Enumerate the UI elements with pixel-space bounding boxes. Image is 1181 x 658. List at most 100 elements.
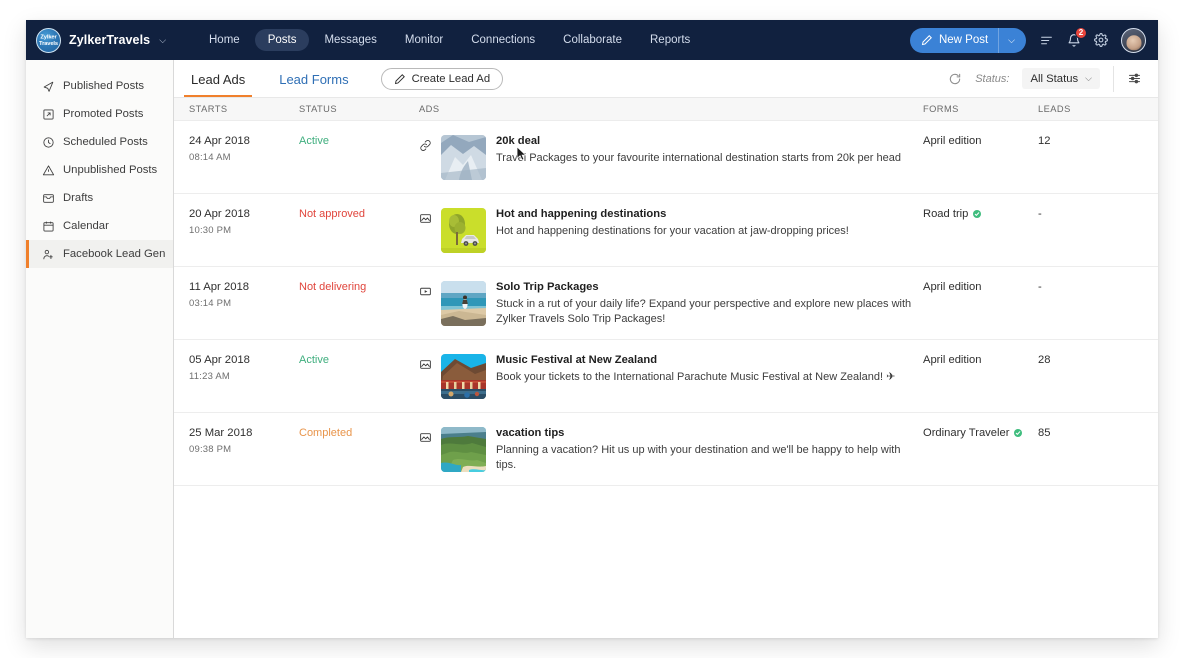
nav-item-collaborate[interactable]: Collaborate bbox=[550, 29, 635, 51]
row-start-time: 11:23 AM bbox=[189, 371, 231, 382]
form-label: April edition bbox=[923, 281, 982, 293]
tab-lead-ads[interactable]: Lead Ads bbox=[183, 62, 253, 97]
main-content: Lead Ads Lead Forms Create Lead Ad Statu… bbox=[174, 60, 1158, 638]
ad-thumbnail-snowy-mountain[interactable] bbox=[441, 135, 486, 180]
image-icon bbox=[419, 208, 441, 230]
row-start-time: 03:14 PM bbox=[189, 298, 232, 309]
link-icon bbox=[419, 135, 441, 157]
warning-icon bbox=[42, 164, 55, 177]
row-start-date: 20 Apr 2018 bbox=[189, 208, 250, 220]
new-post-button[interactable]: New Post ⌵ bbox=[909, 27, 1026, 53]
row-start-time: 09:38 PM bbox=[189, 444, 232, 455]
nav-item-home[interactable]: Home bbox=[196, 29, 253, 51]
rocket-icon bbox=[42, 80, 55, 93]
nav-item-reports[interactable]: Reports bbox=[637, 29, 703, 51]
status-filter-dropdown[interactable]: All Status ⌵ bbox=[1022, 68, 1100, 89]
table-row[interactable]: 24 Apr 2018 08:14 AM Active 20k deal Tra… bbox=[174, 121, 1158, 194]
filter-sliders-icon[interactable] bbox=[1127, 71, 1142, 86]
leads-count: - bbox=[1038, 208, 1042, 220]
clock-icon bbox=[42, 136, 55, 149]
sidebar-item-label: Calendar bbox=[63, 220, 109, 232]
lead-ads-toolbar: Lead Ads Lead Forms Create Lead Ad Statu… bbox=[174, 60, 1158, 98]
settings-gear-icon[interactable] bbox=[1094, 33, 1108, 47]
column-header-forms: FORMS bbox=[923, 104, 959, 114]
status-badge: Active bbox=[299, 354, 329, 366]
lead-gen-icon bbox=[42, 248, 55, 261]
sidebar-item-label: Drafts bbox=[63, 192, 94, 204]
main-nav-links: Home Posts Messages Monitor Connections … bbox=[196, 29, 703, 51]
user-avatar[interactable] bbox=[1121, 27, 1146, 53]
leads-count: 85 bbox=[1038, 427, 1051, 439]
notifications-bell-icon[interactable]: 2 bbox=[1067, 26, 1087, 48]
status-badge: Active bbox=[299, 135, 329, 147]
chevron-down-icon[interactable]: ⌵ bbox=[999, 35, 1024, 46]
calendar-icon bbox=[42, 220, 55, 233]
app-body: Published Posts Promoted Posts Scheduled… bbox=[26, 60, 1158, 638]
sidebar-item-published-posts[interactable]: Published Posts bbox=[26, 72, 173, 100]
ad-thumbnail-island-coast[interactable] bbox=[441, 427, 486, 472]
row-start-date: 05 Apr 2018 bbox=[189, 354, 250, 366]
ad-thumbnail-thatched-hut[interactable] bbox=[441, 354, 486, 399]
status-badge: Not approved bbox=[299, 208, 366, 220]
form-label: Road trip bbox=[923, 208, 969, 220]
tab-lead-forms[interactable]: Lead Forms bbox=[277, 62, 350, 96]
table-row[interactable]: 11 Apr 2018 03:14 PM Not delivering Solo… bbox=[174, 267, 1158, 340]
table-row[interactable]: 05 Apr 2018 11:23 AM Active Music Festiv… bbox=[174, 340, 1158, 413]
sidebar-item-drafts[interactable]: Drafts bbox=[26, 184, 173, 212]
create-lead-ad-button[interactable]: Create Lead Ad bbox=[380, 67, 504, 90]
create-lead-ad-label: Create Lead Ad bbox=[411, 72, 491, 85]
table-row[interactable]: 25 Mar 2018 09:38 PM Completed vacation … bbox=[174, 413, 1158, 486]
sidebar-item-calendar[interactable]: Calendar bbox=[26, 212, 173, 240]
status-badge: Not delivering bbox=[299, 281, 367, 293]
ad-description: Planning a vacation? Hit us up with your… bbox=[496, 444, 901, 471]
notification-badge: 2 bbox=[1075, 26, 1087, 39]
sidebar-item-unpublished-posts[interactable]: Unpublished Posts bbox=[26, 156, 173, 184]
sidebar-item-label: Unpublished Posts bbox=[63, 164, 158, 176]
form-name: April edition bbox=[923, 354, 1038, 366]
leads-count: 12 bbox=[1038, 135, 1051, 147]
column-header-status: STATUS bbox=[299, 104, 337, 114]
brand-switcher[interactable]: Zylker Travels ZylkerTravels ⌵ bbox=[36, 27, 174, 53]
form-name: April edition bbox=[923, 281, 1038, 293]
form-name: April edition bbox=[923, 135, 1038, 147]
ad-title: Solo Trip Packages bbox=[496, 281, 599, 293]
sidebar-item-label: Promoted Posts bbox=[63, 108, 144, 120]
promoted-icon bbox=[42, 108, 55, 121]
sidebar-item-label: Scheduled Posts bbox=[63, 136, 148, 148]
nav-item-posts[interactable]: Posts bbox=[254, 29, 310, 51]
ad-title: Hot and happening destinations bbox=[496, 208, 667, 220]
column-header-leads: LEADS bbox=[1038, 104, 1071, 114]
nav-item-connections[interactable]: Connections bbox=[458, 29, 548, 51]
nav-item-monitor[interactable]: Monitor bbox=[392, 29, 456, 51]
pencil-icon bbox=[921, 35, 932, 46]
sidebar-item-facebook-lead-gen[interactable]: Facebook Lead Gen bbox=[26, 240, 173, 268]
ad-description: Book your tickets to the International P… bbox=[496, 371, 896, 383]
ad-thumbnail-beach-walker[interactable] bbox=[441, 281, 486, 326]
menu-list-icon[interactable] bbox=[1039, 34, 1054, 47]
row-start-date: 11 Apr 2018 bbox=[189, 281, 250, 293]
sidebar: Published Posts Promoted Posts Scheduled… bbox=[26, 60, 174, 638]
verified-check-icon bbox=[973, 210, 982, 218]
sidebar-item-scheduled-posts[interactable]: Scheduled Posts bbox=[26, 128, 173, 156]
form-label: April edition bbox=[923, 354, 982, 366]
pencil-icon bbox=[394, 73, 405, 84]
ad-title: 20k deal bbox=[496, 135, 541, 147]
row-start-date: 25 Mar 2018 bbox=[189, 427, 253, 439]
ad-title: vacation tips bbox=[496, 427, 565, 439]
app-window: Zylker Travels ZylkerTravels ⌵ Home Post… bbox=[26, 20, 1158, 638]
chevron-down-icon[interactable]: ⌵ bbox=[159, 35, 166, 46]
table-row[interactable]: 20 Apr 2018 10:30 PM Not approved Hot an… bbox=[174, 194, 1158, 267]
status-badge: Completed bbox=[299, 427, 353, 439]
ad-thumbnail-tree-car-illustration[interactable] bbox=[441, 208, 486, 253]
sidebar-item-promoted-posts[interactable]: Promoted Posts bbox=[26, 100, 173, 128]
sidebar-item-label: Facebook Lead Gen bbox=[63, 248, 166, 260]
nav-item-messages[interactable]: Messages bbox=[311, 29, 389, 51]
brand-name: ZylkerTravels bbox=[69, 33, 151, 47]
column-header-ads: ADS bbox=[419, 104, 440, 114]
form-label: April edition bbox=[923, 135, 982, 147]
logo-text: Zylker Travels bbox=[39, 33, 58, 47]
row-start-date: 24 Apr 2018 bbox=[189, 135, 250, 147]
leads-count: - bbox=[1038, 281, 1042, 293]
refresh-icon[interactable] bbox=[948, 72, 962, 86]
top-nav-actions: New Post ⌵ 2 bbox=[909, 26, 1146, 53]
